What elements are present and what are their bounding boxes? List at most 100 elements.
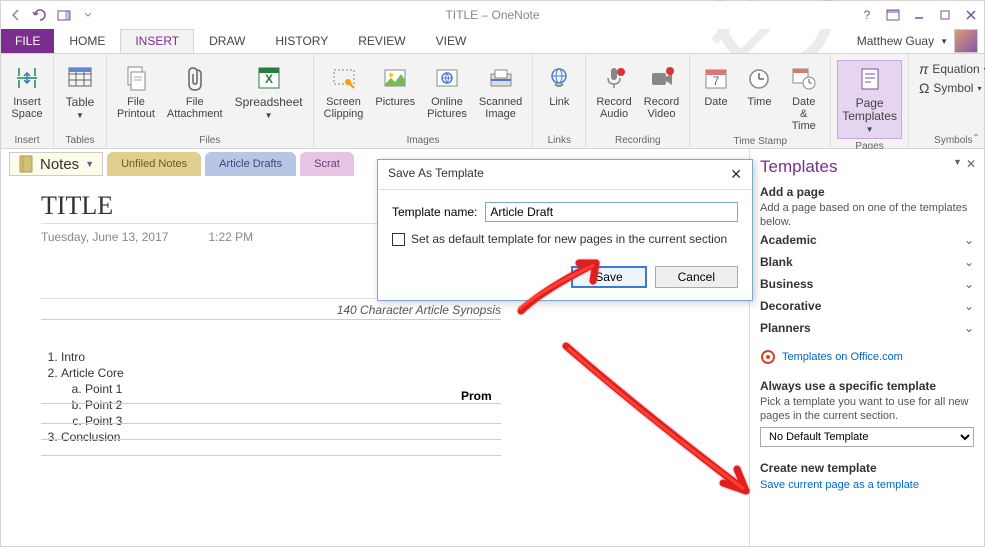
table-icon — [64, 62, 96, 94]
tab-file[interactable]: FILE — [1, 29, 54, 53]
avatar — [954, 29, 978, 53]
microphone-icon — [598, 62, 630, 94]
chevron-down-icon: ⌄ — [964, 255, 974, 269]
spreadsheet-button[interactable]: X Spreadsheet▼ — [231, 60, 307, 124]
svg-text:X: X — [265, 72, 273, 86]
video-camera-icon — [646, 62, 678, 94]
tab-insert[interactable]: INSERT — [120, 29, 194, 53]
title-bar: TITLE – OneNote ? — [1, 1, 984, 29]
date-button[interactable]: 7 Date — [696, 60, 735, 110]
date-icon: 7 — [700, 62, 732, 94]
save-template-link[interactable]: Save current page as a template — [760, 479, 974, 491]
symbol-button[interactable]: Ω Symbol ▾ — [915, 79, 985, 97]
insert-space-button[interactable]: Insert Space — [7, 60, 47, 122]
cat-academic[interactable]: Academic⌄ — [760, 229, 974, 251]
scanned-image-button[interactable]: Scanned Image — [475, 60, 526, 122]
back-button[interactable] — [5, 4, 27, 26]
page-time: 1:22 PM — [208, 230, 253, 244]
page-date: Tuesday, June 13, 2017 — [41, 230, 168, 244]
svg-text:7: 7 — [713, 74, 720, 88]
paperclip-icon — [179, 62, 211, 94]
default-template-checkbox[interactable]: Set as default template for new pages in… — [392, 232, 738, 246]
pane-dropdown-icon[interactable]: ▼ — [953, 157, 962, 171]
maximize-button[interactable] — [932, 4, 958, 26]
outline-list[interactable]: Intro Article Core Point 1 Point 2 Point… — [41, 350, 729, 444]
account-control[interactable]: Matthew Guay ▼ — [857, 29, 978, 53]
help-button[interactable]: ? — [854, 4, 880, 26]
pane-title: Templates — [760, 157, 974, 177]
dialog-close-button[interactable]: ✕ — [730, 166, 742, 183]
record-audio-button[interactable]: Record Audio — [592, 60, 635, 122]
add-page-desc: Add a page based on one of the templates… — [760, 201, 974, 229]
always-use-heading: Always use a specific template — [760, 379, 974, 393]
close-button[interactable] — [958, 4, 984, 26]
notebook-dropdown[interactable]: Notes ▼ — [9, 152, 103, 176]
save-button[interactable]: Save — [571, 266, 646, 288]
chevron-down-icon: ⌄ — [964, 233, 974, 247]
ribbon-tabs: FILE HOME INSERT DRAW HISTORY REVIEW VIE… — [1, 29, 984, 53]
tab-review[interactable]: REVIEW — [343, 29, 420, 53]
page-templates-icon — [854, 63, 886, 95]
quick-access-toolbar — [1, 4, 99, 26]
cancel-button[interactable]: Cancel — [655, 266, 738, 288]
collapse-ribbon-button[interactable]: ˆ — [974, 132, 978, 146]
prom-label: Prom — [461, 389, 492, 403]
insert-space-icon — [11, 62, 43, 94]
pane-close-button[interactable]: ✕ — [966, 157, 976, 171]
tab-draw[interactable]: DRAW — [194, 29, 260, 53]
file-attachment-button[interactable]: File Attachment — [163, 60, 227, 122]
section-unfiled[interactable]: Unfiled Notes — [107, 152, 201, 176]
link-icon — [543, 62, 575, 94]
screen-clipping-button[interactable]: Screen Clipping — [320, 60, 368, 122]
date-time-icon — [788, 62, 820, 94]
chevron-down-icon: ⌄ — [964, 321, 974, 335]
chevron-down-icon: ⌄ — [964, 299, 974, 313]
chevron-down-icon: ⌄ — [964, 277, 974, 291]
online-pictures-button[interactable]: Online Pictures — [423, 60, 471, 122]
undo-button[interactable] — [29, 4, 51, 26]
tab-view[interactable]: VIEW — [421, 29, 482, 53]
pictures-button[interactable]: Pictures — [371, 60, 419, 110]
time-button[interactable]: Time — [740, 60, 779, 110]
time-icon — [743, 62, 775, 94]
record-video-button[interactable]: Record Video — [640, 60, 683, 122]
save-as-template-dialog: Save As Template ✕ Template name: Set as… — [377, 159, 753, 301]
cat-business[interactable]: Business⌄ — [760, 273, 974, 295]
table-button[interactable]: Table▼ — [60, 60, 100, 124]
cat-blank[interactable]: Blank⌄ — [760, 251, 974, 273]
section-article-drafts[interactable]: Article Drafts — [205, 152, 296, 176]
pictures-icon — [379, 62, 411, 94]
date-time-button[interactable]: Date & Time — [783, 60, 824, 134]
cat-decorative[interactable]: Decorative⌄ — [760, 295, 974, 317]
dock-button[interactable] — [53, 4, 75, 26]
office-icon — [760, 349, 776, 365]
tab-home[interactable]: HOME — [54, 29, 120, 53]
cat-planners[interactable]: Planners⌄ — [760, 317, 974, 339]
spreadsheet-icon: X — [253, 62, 285, 94]
template-name-input[interactable] — [485, 202, 738, 222]
tab-history[interactable]: HISTORY — [260, 29, 343, 53]
account-name: Matthew Guay — [857, 34, 934, 48]
page-templates-button[interactable]: Page Templates ▼ — [837, 60, 902, 139]
notebook-icon — [18, 155, 34, 173]
ribbon-display-button[interactable] — [880, 4, 906, 26]
add-page-heading: Add a page — [760, 185, 974, 199]
minimize-button[interactable] — [906, 4, 932, 26]
equation-button[interactable]: π Equation ▾ — [915, 60, 985, 78]
section-scratch[interactable]: Scrat — [300, 152, 354, 176]
dialog-title: Save As Template — [388, 166, 484, 183]
default-template-select[interactable]: No Default Template — [760, 427, 974, 447]
link-button[interactable]: Link — [539, 60, 579, 110]
scanned-image-icon — [485, 62, 517, 94]
create-template-heading: Create new template — [760, 461, 974, 475]
ribbon: Insert Space Insert Table▼ Tables File P… — [1, 53, 984, 149]
always-use-desc: Pick a template you want to use for all … — [760, 395, 974, 423]
qat-dropdown[interactable] — [77, 4, 99, 26]
file-printout-button[interactable]: File Printout — [113, 60, 159, 122]
template-name-label: Template name: — [392, 205, 477, 219]
synopsis-text[interactable]: 140 Character Article Synopsis — [41, 303, 501, 320]
office-templates-link[interactable]: Templates on Office.com — [760, 349, 974, 365]
file-printout-icon — [120, 62, 152, 94]
window-title: TITLE – OneNote — [445, 8, 539, 22]
templates-pane: ▼ ✕ Templates Add a page Add a page base… — [749, 149, 984, 546]
